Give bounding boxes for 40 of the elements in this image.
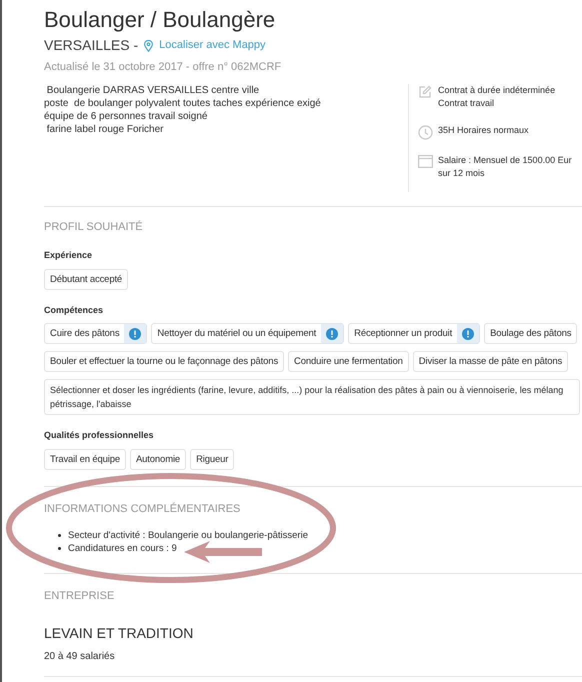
group-label: Compétences <box>44 304 104 317</box>
skill-tag: Sélectionner et doser les ingrédients (farine, levure, additifs, ...) pour la réalisation des pâtes à pain ou à viennoiserie, les mélang pétrissage, l'abaisse <box>44 379 580 415</box>
skill-tag: Réceptionner un produit <box>348 323 480 344</box>
info-item: Secteur d'activité : Boulangerie ou boulangerie-pâtisserie <box>68 529 308 542</box>
skill-tag: Cuire des pâtons <box>44 323 148 344</box>
section-heading: ENTREPRISE <box>44 589 116 604</box>
skill-tag: Boulage des pâtons <box>484 323 578 344</box>
job-detail: Contrat à durée indéterminée Contrat travail <box>438 84 556 110</box>
bullet-icon <box>58 534 61 537</box>
job-description: Boulangerie DARRAS VERSAILLES centre ville poste de boulanger polyvalent toutes taches expérience exigé équipe de 6 personnes travail soigné farine label rouge Foricher <box>44 84 322 136</box>
info-icon[interactable] <box>326 328 338 340</box>
company-size: 20 à 49 salariés <box>44 650 116 664</box>
info-icon[interactable] <box>462 328 474 340</box>
arrow-icon <box>184 540 262 562</box>
bullet-icon <box>58 547 61 550</box>
section-heading: PROFIL SOUHAITÉ <box>44 220 144 234</box>
skill-tag: Débutant accepté <box>44 268 128 290</box>
skill-tag: Rigueur <box>190 448 234 470</box>
group-label: Qualités professionnelles <box>44 429 155 442</box>
skill-tag: Conduire une fermentation <box>288 351 409 372</box>
section-heading: INFORMATIONS COMPLÉMENTAIRES <box>44 502 242 516</box>
skill-tag: Travail en équipe <box>44 448 126 470</box>
group-label: Expérience <box>44 249 94 262</box>
wallet-icon <box>418 154 432 168</box>
company-name: LEVAIN ET TRADITION <box>44 624 194 642</box>
clock-icon <box>418 124 432 140</box>
map-link[interactable]: Localiser avec Mappy <box>144 37 266 54</box>
update-info: Actualisé le 31 octobre 2017 - offre n° 062MCRF <box>44 60 282 75</box>
job-title: Boulanger / Boulangère <box>44 6 276 34</box>
pencil-icon <box>418 84 432 98</box>
skill-tag: Nettoyer du matériel ou un équipement <box>151 323 344 344</box>
info-icon[interactable] <box>129 328 142 340</box>
skill-tag: Bouler et effectuer la tourne ou le façonnage des pâtons <box>44 351 284 372</box>
skill-tag: Autonomie <box>130 448 186 470</box>
info-item: Candidatures en cours : 9 <box>68 542 177 555</box>
city-text: VERSAILLES - <box>44 36 138 55</box>
job-detail: 35H Horaires normaux <box>438 124 529 136</box>
map-pin-icon <box>144 40 154 52</box>
skill-tag: Diviser la masse de pâte en pâtons <box>412 351 568 372</box>
job-detail: Salaire : Mensuel de 1500.00 Eur sur 12 mois <box>438 154 572 180</box>
